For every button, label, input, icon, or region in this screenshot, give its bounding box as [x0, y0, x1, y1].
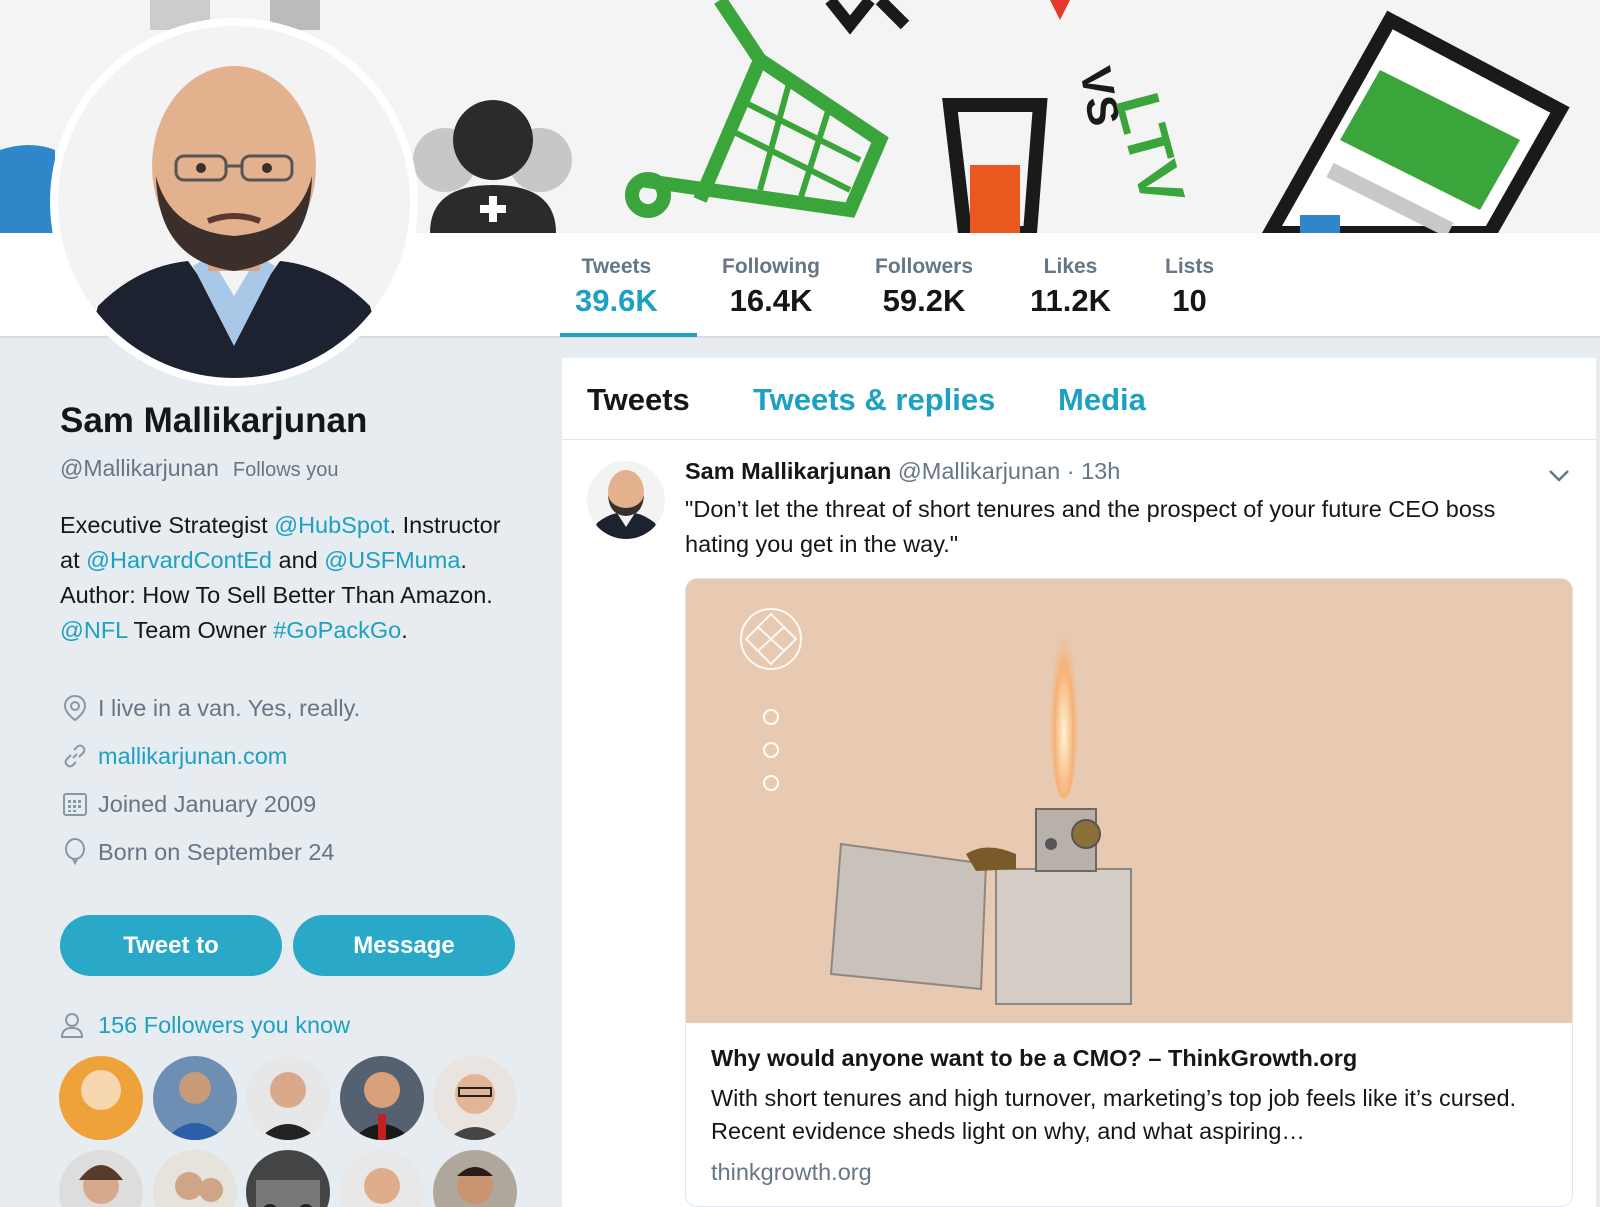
link-icon [60, 741, 90, 771]
tweet-author-handle[interactable]: @Mallikarjunan [898, 458, 1060, 484]
tab-tweets-replies[interactable]: Tweets & replies [753, 382, 995, 418]
avatar-image [58, 26, 410, 378]
tweet-timestamp[interactable]: · 13h [1060, 458, 1121, 484]
location-row: I live in a van. Yes, really. [60, 693, 360, 723]
timeline: Tweets Tweets & replies Media Sam Mallik… [562, 358, 1596, 1207]
location-pin-icon [60, 693, 90, 723]
bio-link[interactable]: #GoPackGo [273, 617, 401, 643]
birthday-text: Born on September 24 [98, 838, 335, 865]
joined-row: Joined January 2009 [60, 789, 316, 819]
followers-you-know[interactable]: 156 Followers you know [60, 1010, 350, 1040]
follower-avatar[interactable] [59, 1150, 143, 1207]
follower-avatar[interactable] [433, 1150, 517, 1207]
tab-tweets[interactable]: Tweets [587, 382, 690, 418]
profile-name[interactable]: Sam Mallikarjunan [60, 401, 367, 441]
follower-avatar[interactable] [433, 1056, 517, 1140]
follows-you-badge: Follows you [232, 459, 339, 481]
follower-avatar[interactable] [340, 1056, 424, 1140]
tab-media[interactable]: Media [1058, 382, 1146, 418]
follower-avatar[interactable] [59, 1056, 143, 1140]
birthday-row: Born on September 24 [60, 837, 334, 867]
bio-link[interactable]: @NFL [60, 617, 127, 643]
balloon-icon [60, 837, 90, 867]
stat-likes[interactable]: Likes 11.2K [1030, 255, 1111, 319]
profile-handle[interactable]: @Mallikarjunan [60, 455, 219, 481]
follower-avatar[interactable] [153, 1150, 237, 1207]
bio-link[interactable]: @HubSpot [274, 512, 389, 538]
stat-label: Following [722, 255, 820, 278]
banner-ltv-text: LTV [1101, 86, 1197, 213]
tweet-author-name[interactable]: Sam Mallikarjunan [685, 458, 891, 484]
tweet-header: Sam Mallikarjunan @Mallikarjunan · 13h [685, 458, 1120, 485]
profile-bio: Executive Strategist @HubSpot. Instructo… [60, 508, 520, 648]
website-row: mallikarjunan.com [60, 741, 287, 771]
message-button[interactable]: Message [293, 915, 515, 976]
stat-followers[interactable]: Followers 59.2K [875, 255, 973, 319]
bio-link[interactable]: @USFMuma [324, 547, 460, 573]
stat-label: Followers [875, 255, 974, 278]
stat-label: Tweets [581, 255, 652, 278]
follower-avatar[interactable] [246, 1150, 330, 1207]
active-stat-indicator [560, 333, 697, 337]
card-title[interactable]: Why would anyone want to be a CMO? – Thi… [711, 1045, 1357, 1072]
location-text: I live in a van. Yes, really. [98, 694, 361, 721]
bio-text: . [401, 617, 408, 643]
stat-value: 59.2K [882, 283, 966, 318]
timeline-tabs: Tweets Tweets & replies Media [562, 358, 1596, 440]
card-domain[interactable]: thinkgrowth.org [711, 1159, 872, 1186]
follower-avatar[interactable] [340, 1150, 424, 1207]
tweet-to-button[interactable]: Tweet to [60, 915, 282, 976]
chevron-down-icon[interactable] [1547, 468, 1571, 489]
stat-label: Lists [1165, 255, 1215, 278]
tweet-text: "Don’t let the threat of short tenures a… [685, 496, 1496, 557]
bio-text: Executive Strategist [60, 512, 275, 538]
stat-value: 39.6K [575, 283, 658, 318]
card-image [686, 579, 1572, 1023]
stat-value: 16.4K [729, 283, 813, 318]
bio-text: Team Owner [127, 617, 274, 643]
stat-value: 11.2K [1030, 283, 1112, 318]
follower-avatar[interactable] [246, 1056, 330, 1140]
bio-text: and [271, 547, 325, 573]
card-description: With short tenures and high turnover, ma… [711, 1085, 1517, 1144]
bio-link[interactable]: @HarvardContEd [86, 547, 272, 573]
followers-you-know-label: 156 Followers you know [98, 1011, 351, 1038]
person-icon [60, 1010, 90, 1040]
handle-row: @Mallikarjunan Follows you [60, 455, 338, 482]
tweet-author-avatar[interactable] [587, 461, 665, 539]
stat-label: Likes [1043, 255, 1098, 278]
website-link[interactable]: mallikarjunan.com [98, 743, 287, 770]
stat-following[interactable]: Following 16.4K [722, 255, 820, 319]
profile-avatar[interactable] [50, 18, 418, 386]
stat-tweets[interactable]: Tweets 39.6K [575, 255, 658, 319]
stat-value: 10 [1172, 283, 1207, 318]
calendar-icon [60, 789, 90, 819]
follower-avatar[interactable] [153, 1056, 237, 1140]
joined-text: Joined January 2009 [98, 790, 317, 817]
stat-lists[interactable]: Lists 10 [1165, 255, 1214, 319]
link-card[interactable]: Why would anyone want to be a CMO? – Thi… [685, 578, 1573, 1207]
